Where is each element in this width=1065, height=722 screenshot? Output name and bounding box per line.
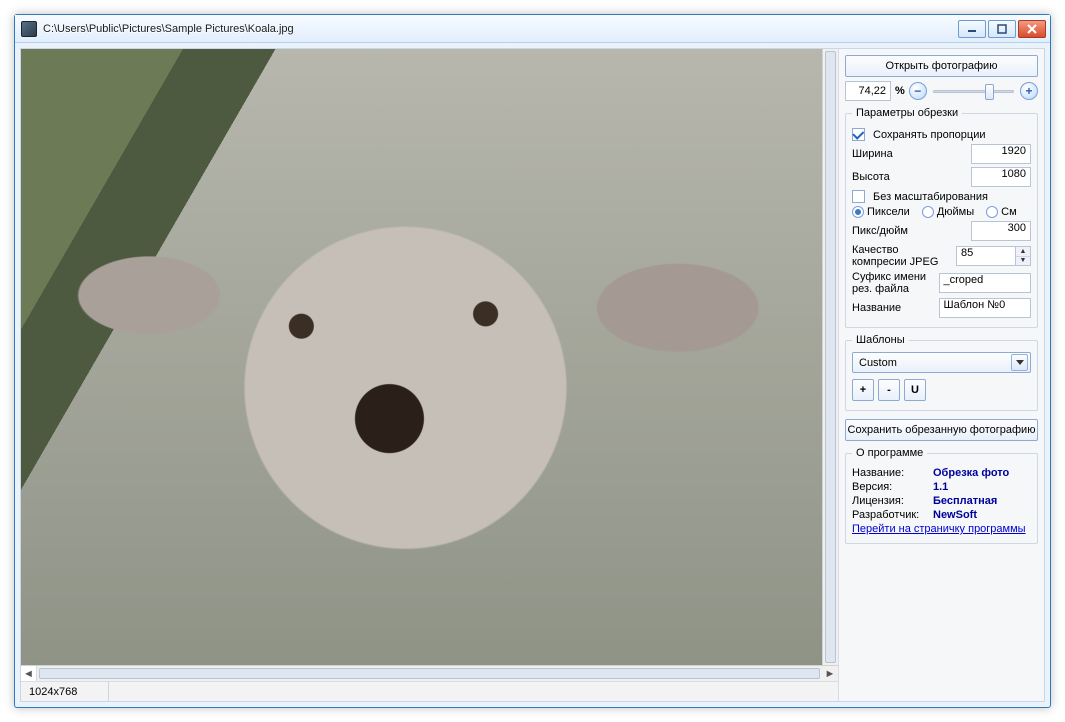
height-input[interactable]: 1080 [971,167,1031,187]
crop-params-legend: Параметры обрезки [852,107,962,119]
keep-ratio-checkbox[interactable] [852,128,865,141]
keep-ratio-label: Сохранять пропорции [873,129,986,141]
image-viewport[interactable] [21,49,838,665]
about-homepage-link[interactable]: Перейти на страничку программы [852,523,1026,535]
about-name-key: Название: [852,467,927,479]
open-photo-button[interactable]: Открыть фотографию [845,55,1038,77]
height-label: Высота [852,171,967,183]
displayed-photo [21,49,822,665]
jpeg-quality-value[interactable]: 85 [956,246,1016,266]
template-update-button[interactable]: U [904,379,926,401]
minimize-button[interactable] [958,20,986,38]
vertical-scrollbar[interactable] [822,49,838,665]
about-name-value: Обрезка фото [933,467,1009,479]
status-dimensions: 1024x768 [21,682,109,701]
horizontal-scrollbar[interactable]: ◄ ► [21,665,838,681]
statusbar: 1024x768 [21,681,838,701]
close-button[interactable] [1018,20,1046,38]
window-title: C:\Users\Public\Pictures\Sample Pictures… [43,23,958,35]
no-scale-row[interactable]: Без масштабирования [852,190,1031,203]
templates-combobox[interactable]: Custom [852,352,1031,373]
zoom-percent-label: % [895,85,905,97]
template-remove-button[interactable]: - [878,379,900,401]
crop-params-group: Параметры обрезки Сохранять пропорции Ши… [845,107,1038,328]
about-version-key: Версия: [852,481,927,493]
no-scale-checkbox[interactable] [852,190,865,203]
dpi-input[interactable]: 300 [971,221,1031,241]
spin-up-icon[interactable]: ▲ [1016,247,1030,257]
jpeg-quality-label: Качество компресии JPEG [852,244,952,268]
app-window: C:\Users\Public\Pictures\Sample Pictures… [14,14,1051,708]
zoom-value-field[interactable]: 74,22 [845,81,891,101]
template-name-input[interactable]: Шаблон №0 [939,298,1032,318]
template-name-label: Название [852,302,935,314]
jpeg-quality-spinner[interactable]: 85 ▲▼ [956,246,1031,266]
about-license-value: Бесплатная [933,495,997,507]
save-cropped-button[interactable]: Сохранить обрезанную фотографию [845,419,1038,441]
unit-cm[interactable]: См [986,206,1017,218]
about-developer-value: NewSoft [933,509,977,521]
about-group: О программе Название: Обрезка фото Версия… [845,447,1038,544]
dpi-label: Пикс/дюйм [852,225,967,237]
image-panel: ◄ ► 1024x768 [21,49,839,701]
zoom-in-button[interactable]: + [1020,82,1038,100]
chevron-down-icon[interactable] [1011,354,1028,371]
templates-combo-value: Custom [859,357,1011,369]
about-developer-key: Разработчик: [852,509,927,521]
unit-pixels[interactable]: Пиксели [852,206,910,218]
spin-down-icon[interactable]: ▼ [1016,257,1030,266]
scroll-right-icon[interactable]: ► [822,666,838,681]
scroll-left-icon[interactable]: ◄ [21,666,37,681]
unit-inches[interactable]: Дюймы [922,206,974,218]
width-input[interactable]: 1920 [971,144,1031,164]
zoom-out-button[interactable]: − [909,82,927,100]
template-add-button[interactable]: + [852,379,874,401]
suffix-input[interactable]: _croped [939,273,1032,293]
width-label: Ширина [852,148,967,160]
templates-legend: Шаблоны [852,334,909,346]
about-version-value: 1.1 [933,481,948,493]
templates-group: Шаблоны Custom + - U [845,334,1038,411]
maximize-button[interactable] [988,20,1016,38]
units-row: Пиксели Дюймы См [852,206,1031,218]
about-legend: О программе [852,447,927,459]
sidebar: Открыть фотографию 74,22 % − + Параметры… [839,49,1044,701]
no-scale-label: Без масштабирования [873,191,988,203]
keep-ratio-row[interactable]: Сохранять пропорции [852,128,1031,141]
titlebar[interactable]: C:\Users\Public\Pictures\Sample Pictures… [15,15,1050,43]
about-license-key: Лицензия: [852,495,927,507]
app-icon [21,21,37,37]
suffix-label: Суфикс имени рез. файла [852,271,935,295]
zoom-slider[interactable] [931,82,1016,100]
